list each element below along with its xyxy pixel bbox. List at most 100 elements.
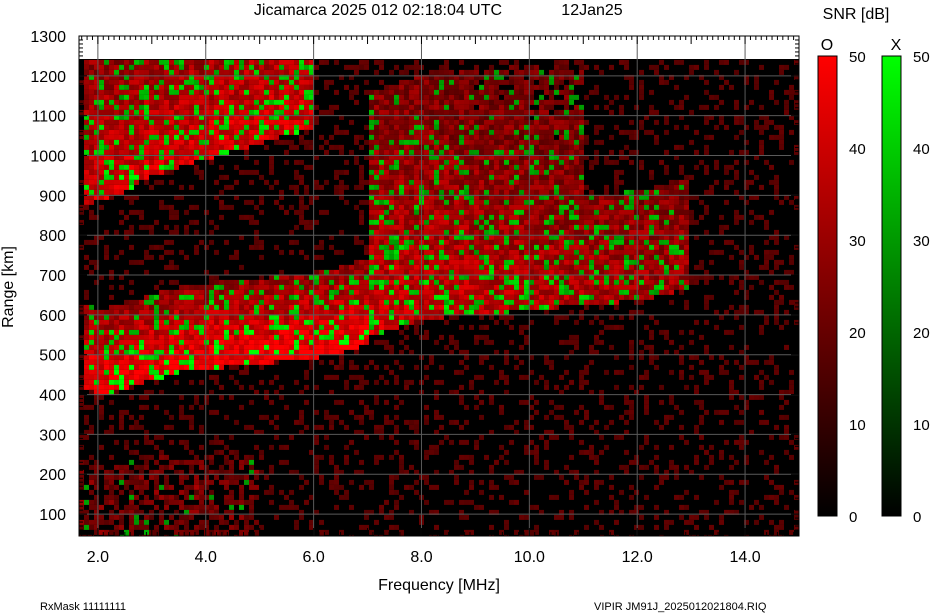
heatmap-cell (384, 259, 389, 265)
heatmap-cell (349, 64, 354, 70)
heatmap-cell (389, 349, 394, 355)
heatmap-cell (244, 454, 249, 460)
heatmap-cell (429, 444, 434, 450)
heatmap-cell (99, 59, 104, 65)
heatmap-cell (484, 299, 489, 305)
heatmap-cell (89, 339, 94, 345)
heatmap-cell (269, 339, 274, 345)
heatmap-cell (179, 139, 184, 145)
heatmap-cell (134, 169, 139, 175)
heatmap-cell (129, 164, 134, 170)
heatmap-cell (379, 189, 384, 195)
ionogram-chart: Jicamarca 2025 012 02:18:04 UTC 12Jan25 … (0, 2, 930, 613)
heatmap-cell (479, 354, 484, 360)
heatmap-cell (474, 304, 479, 310)
heatmap-cell (389, 129, 394, 135)
heatmap-cell (169, 159, 174, 165)
heatmap-cell (174, 159, 179, 165)
heatmap-cell (234, 334, 239, 340)
heatmap-cell (84, 99, 89, 105)
heatmap-cell (394, 274, 399, 280)
heatmap-cell (84, 314, 89, 320)
heatmap-cell (329, 314, 334, 320)
heatmap-cell (134, 84, 139, 90)
heatmap-cell (409, 289, 414, 295)
heatmap-cell (294, 209, 299, 215)
heatmap-cell (354, 139, 359, 145)
heatmap-cell (189, 414, 194, 420)
heatmap-cell (124, 94, 129, 100)
heatmap-cell (429, 184, 434, 190)
heatmap-cell (264, 394, 269, 400)
heatmap-cell (124, 324, 129, 330)
heatmap-cell (299, 209, 304, 215)
heatmap-cell (269, 284, 274, 290)
heatmap-cell (234, 479, 239, 485)
heatmap-cell (239, 384, 244, 390)
heatmap-cell (264, 94, 269, 100)
heatmap-cell (429, 274, 434, 280)
heatmap-cell (449, 349, 454, 355)
heatmap-cell (439, 184, 444, 190)
heatmap-cell (514, 109, 519, 115)
heatmap-cell (184, 159, 189, 165)
heatmap-cell (439, 209, 444, 215)
heatmap-cell (404, 174, 409, 180)
heatmap-cell (434, 104, 439, 110)
heatmap-cell (89, 119, 94, 125)
heatmap-cell (144, 79, 149, 85)
heatmap-cell (89, 489, 94, 495)
heatmap-cell (289, 119, 294, 125)
heatmap-cell (274, 119, 279, 125)
heatmap-cell (154, 129, 159, 135)
heatmap-cell (394, 249, 399, 255)
heatmap-cell (204, 89, 209, 95)
heatmap-cell (489, 79, 494, 85)
heatmap-cell (374, 519, 379, 525)
heatmap-cell (389, 294, 394, 300)
heatmap-cell (154, 99, 159, 105)
heatmap-cell (144, 494, 149, 500)
heatmap-cell (464, 454, 469, 460)
heatmap-cell (109, 104, 114, 110)
heatmap-cell (464, 214, 469, 220)
heatmap-cell (129, 449, 134, 455)
heatmap-cell (484, 239, 489, 245)
heatmap-cell (349, 374, 354, 380)
heatmap-cell (164, 409, 169, 415)
heatmap-cell (349, 439, 354, 445)
heatmap-cell (414, 99, 419, 105)
heatmap-cell (449, 144, 454, 150)
heatmap-cell (119, 209, 124, 215)
heatmap-cell (489, 309, 494, 315)
heatmap-cell (449, 219, 454, 225)
heatmap-cell (384, 119, 389, 125)
heatmap-cell (439, 364, 444, 370)
heatmap-cell (184, 494, 189, 500)
heatmap-cell (204, 119, 209, 125)
heatmap-cell (494, 144, 499, 150)
heatmap-cell (434, 314, 439, 320)
heatmap-cell (184, 504, 189, 510)
heatmap-cell (189, 494, 194, 500)
heatmap-cell (124, 159, 129, 165)
heatmap-cell (214, 434, 219, 440)
heatmap-cell (239, 69, 244, 75)
heatmap-cell (254, 59, 259, 65)
heatmap-cell (404, 264, 409, 270)
heatmap-cell (189, 119, 194, 125)
heatmap-cell (299, 249, 304, 255)
heatmap-cell (514, 479, 519, 485)
heatmap-cell (179, 329, 184, 335)
heatmap-cell (174, 149, 179, 155)
heatmap-cell (334, 174, 339, 180)
heatmap-cell (454, 289, 459, 295)
heatmap-cell (429, 449, 434, 455)
heatmap-cell (129, 319, 134, 325)
heatmap-cell (304, 184, 309, 190)
heatmap-cell (384, 324, 389, 330)
heatmap-cell (499, 169, 504, 175)
heatmap-cell (349, 294, 354, 300)
heatmap-cell (129, 109, 134, 115)
heatmap-cell (189, 339, 194, 345)
